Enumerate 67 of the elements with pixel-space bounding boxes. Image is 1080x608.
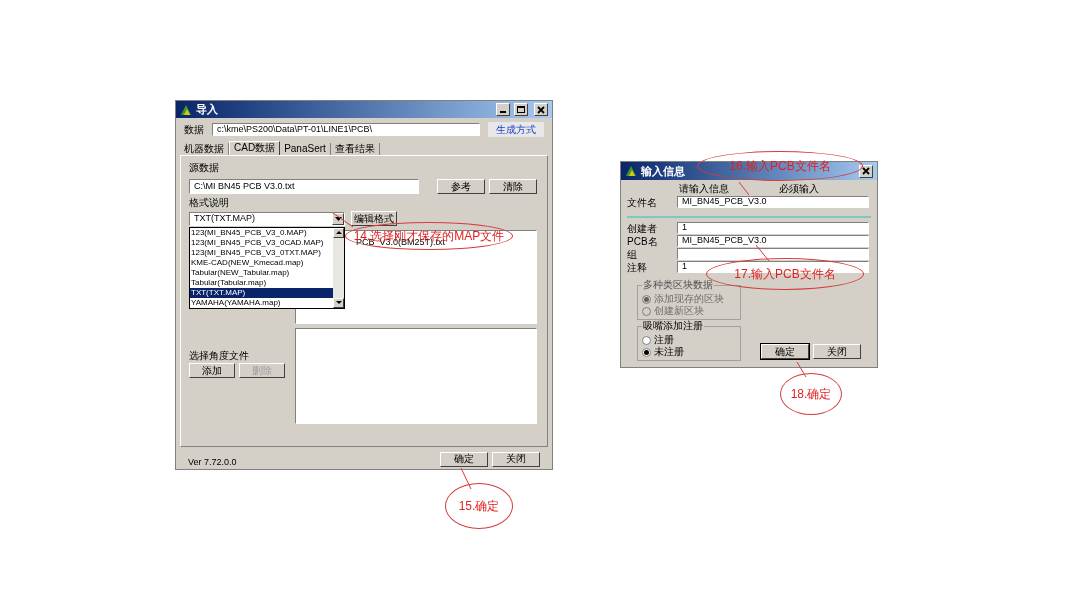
format-dropdown[interactable]: TXT(TXT.MAP): [189, 211, 345, 226]
radio-label: 添加现存的区块: [654, 293, 724, 305]
text-field[interactable]: 1: [677, 222, 869, 234]
tab[interactable]: 查看结果: [330, 143, 380, 156]
ok-button[interactable]: 确定: [761, 344, 809, 359]
edit-format-button[interactable]: 编辑格式: [351, 211, 397, 227]
caret-icon: [334, 216, 342, 221]
dropdown-arrow-button[interactable]: [332, 212, 344, 225]
format-option[interactable]: 123(MI_BN45_PCB_V3_0.MAP): [190, 227, 333, 238]
format-option[interactable]: 123(MI_BN45_PCB_V3_0TXT.MAP): [190, 247, 333, 258]
window-title: 输入信息: [641, 163, 685, 179]
window-title: 导入: [196, 102, 218, 118]
angle-file-label: 选择角度文件: [189, 349, 250, 364]
leader-line: [738, 181, 750, 196]
format-option[interactable]: Tabular(NEW_Tabular.map): [190, 267, 333, 278]
data-label: 数据: [184, 123, 204, 138]
field-label: PCB名: [627, 235, 659, 247]
app-icon: [625, 165, 637, 177]
generate-link[interactable]: 生成方式: [488, 122, 544, 138]
source-path-field[interactable]: C:\MI BN45 PCB V3.0.txt: [189, 179, 419, 195]
close-dialog-button[interactable]: 关闭: [813, 344, 861, 359]
field-label: 创建者: [627, 222, 658, 234]
required-hint-text: 必须输入: [779, 183, 819, 194]
down-arrow-icon: [335, 301, 342, 305]
leader-line: [755, 244, 770, 262]
close-icon: [862, 167, 870, 175]
tab[interactable]: PanaSert: [280, 143, 331, 156]
tab[interactable]: CAD数据: [229, 141, 281, 156]
group-title: 多种类区块数据: [642, 279, 714, 291]
group-title: 吸嘴添加注册: [642, 320, 704, 332]
version-text: Ver 7.72.0.0: [188, 455, 237, 469]
hint-text: 请输入信息: [679, 183, 729, 194]
leader-line: [796, 361, 807, 378]
close-button[interactable]: [534, 103, 548, 117]
app-icon: [180, 103, 192, 116]
field-label: 注释: [627, 261, 648, 273]
format-label: 格式说明: [189, 196, 229, 211]
close-button[interactable]: [859, 164, 873, 178]
clear-button[interactable]: 清除: [489, 179, 537, 195]
text-field[interactable]: [677, 248, 869, 260]
text-field[interactable]: MI_BN45_PCB_V3.0: [677, 196, 869, 208]
text-field[interactable]: MI_BN45_PCB_V3.0: [677, 235, 869, 247]
radio-label: 注册: [654, 334, 674, 346]
radio-label: 未注册: [654, 346, 684, 358]
close-icon: [537, 105, 545, 114]
maximize-button[interactable]: [514, 103, 528, 117]
leader-line: [460, 467, 472, 490]
radio-button[interactable]: [642, 347, 651, 357]
ok-button[interactable]: 确定: [440, 451, 488, 467]
browse-button[interactable]: 参考: [437, 179, 485, 195]
minimize-button[interactable]: [496, 103, 510, 117]
leader-line: [332, 212, 354, 228]
format-option[interactable]: Tabular(Tabular.map): [190, 277, 333, 288]
format-option[interactable]: KME-CAD(NEW_Kmecad.map): [190, 257, 333, 268]
source-label: 源数据: [189, 161, 219, 176]
format-option[interactable]: TXT(TXT.MAP): [190, 287, 333, 298]
scrollbar[interactable]: [333, 227, 344, 308]
radio-button[interactable]: [642, 335, 651, 345]
format-option[interactable]: YAMAHA(YAMAHA.map): [190, 297, 333, 308]
up-arrow-icon: [335, 231, 342, 235]
add-button[interactable]: 添加: [189, 363, 235, 379]
field-label: 组: [627, 248, 638, 260]
data-path-field[interactable]: c:\kme\PS200\Data\PT-01\LINE1\PCB\: [212, 123, 480, 137]
field-label: 文件名: [627, 196, 658, 208]
radio-label: 创建新区块: [654, 305, 704, 317]
close-window-button[interactable]: 关闭: [492, 451, 540, 467]
format-option[interactable]: 123(MI_BN45_PCB_V3_0CAD.MAP): [190, 237, 333, 248]
